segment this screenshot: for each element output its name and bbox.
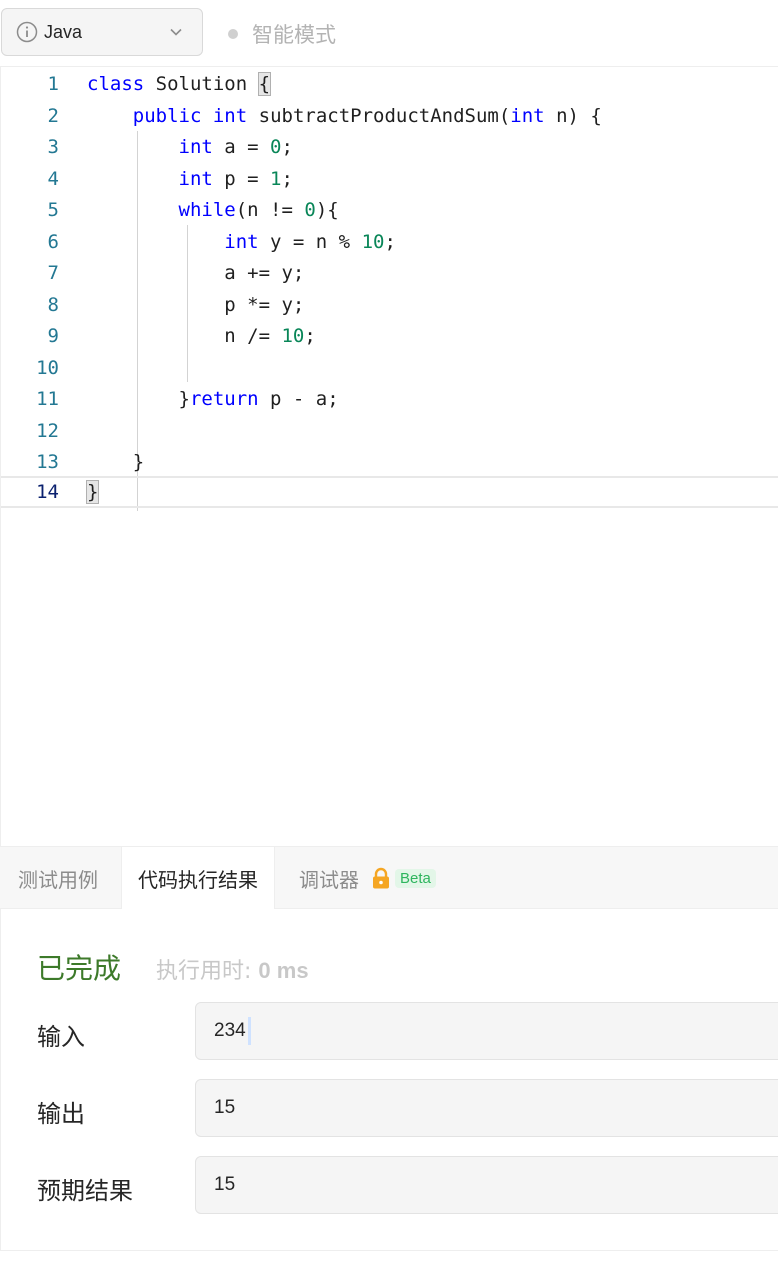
code-line[interactable]: 9 n /= 10;: [1, 320, 778, 352]
runtime-label: 执行用时:: [156, 959, 252, 984]
code-text: int y = n % 10;: [224, 230, 396, 253]
language-label: Java: [44, 21, 83, 42]
editor-toolbar: Java 智能模式: [0, 0, 778, 66]
output-box[interactable]: 15: [195, 1079, 778, 1137]
code-text: while(n != 0){: [178, 199, 339, 221]
line-number: 12: [36, 419, 59, 442]
code-text: int a = 0;: [178, 136, 293, 158]
input-label: 输入: [37, 1023, 85, 1051]
expected-box[interactable]: 15: [195, 1156, 778, 1214]
line-number: 10: [36, 356, 59, 379]
console-tabs: 测试用例 代码执行结果 调试器 Beta: [0, 846, 778, 910]
line-number: 13: [36, 451, 59, 473]
output-label: 输出: [37, 1100, 85, 1128]
code-text: p *= y;: [224, 293, 305, 316]
code-line[interactable]: 6 int y = n % 10;: [1, 226, 778, 258]
run-status: 已完成: [37, 952, 122, 985]
line-number: 14: [36, 481, 59, 503]
text-cursor: [247, 1017, 251, 1045]
smart-mode-indicator: [228, 29, 238, 39]
line-number: 1: [47, 73, 59, 95]
tab-testcase-label: 测试用例: [18, 867, 98, 892]
expected-label: 预期结果: [37, 1177, 133, 1205]
input-box[interactable]: 234: [195, 1002, 778, 1060]
tab-result[interactable]: 代码执行结果: [121, 847, 275, 910]
code-editor[interactable]: 1 class Solution { 2 public int subtract…: [0, 66, 778, 846]
line-number: 6: [47, 230, 59, 253]
code-line[interactable]: 12: [1, 415, 778, 447]
code-line[interactable]: 4 int p = 1;: [1, 163, 778, 195]
tab-debugger-label: 调试器: [299, 867, 359, 892]
code-line[interactable]: 2 public int subtractProductAndSum(int n…: [1, 100, 778, 132]
code-line[interactable]: 3 int a = 0;: [1, 131, 778, 163]
smart-mode-label: 智能模式: [252, 23, 336, 47]
code-text: a += y;: [224, 262, 305, 284]
expected-value: 15: [214, 1174, 236, 1195]
line-number: 8: [47, 293, 59, 316]
line-number: 4: [47, 167, 59, 190]
code-text: int p = 1;: [178, 167, 293, 190]
line-number: 3: [47, 136, 59, 158]
code-line[interactable]: 10: [1, 352, 778, 384]
beta-badge: Beta: [395, 868, 436, 888]
line-number: 5: [47, 199, 59, 221]
tab-debugger[interactable]: 调试器 Beta: [299, 847, 436, 909]
info-icon: [16, 21, 38, 43]
code-line[interactable]: 13 }: [1, 446, 778, 478]
code-line[interactable]: 7 a += y;: [1, 257, 778, 289]
result-panel: 已完成 执行用时: 0 ms 输入 234 输出 15 预期结果 15: [0, 909, 778, 1251]
code-line[interactable]: 8 p *= y;: [1, 289, 778, 321]
code-text: }return p - a;: [178, 388, 339, 410]
code-line[interactable]: 5 while(n != 0){: [1, 194, 778, 226]
code-line[interactable]: 1 class Solution {: [1, 68, 778, 100]
language-select[interactable]: Java: [1, 8, 203, 56]
tab-result-label: 代码执行结果: [138, 868, 258, 892]
code-line-active[interactable]: 14 }: [1, 476, 778, 508]
line-number: 2: [47, 104, 59, 127]
line-number: 7: [47, 262, 59, 284]
line-number: 9: [47, 325, 59, 347]
chevron-down-icon: [170, 28, 182, 36]
line-number: 11: [36, 388, 59, 410]
runtime-info: 执行用时: 0 ms: [156, 953, 309, 985]
smart-mode-toggle[interactable]: 智能模式: [228, 20, 336, 48]
input-value: 234: [214, 1020, 246, 1041]
code-text: n /= 10;: [224, 325, 316, 347]
tab-testcase[interactable]: 测试用例: [18, 847, 98, 909]
runtime-value: 0 ms: [258, 958, 309, 983]
code-line[interactable]: 11 }return p - a;: [1, 383, 778, 415]
code-text: }: [132, 451, 145, 473]
code-text: public int subtractProductAndSum(int n) …: [132, 104, 602, 127]
output-value: 15: [214, 1097, 236, 1118]
code-text: class Solution {: [87, 72, 272, 96]
code-text: }: [85, 480, 100, 504]
lock-icon: [373, 867, 389, 889]
